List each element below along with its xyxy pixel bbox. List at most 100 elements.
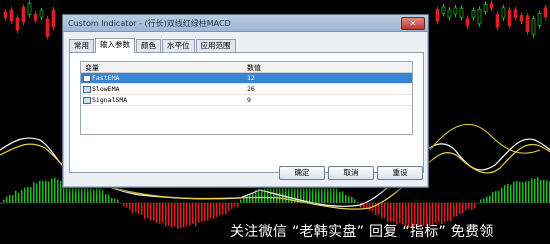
histogram-bar (462, 203, 464, 214)
histogram-bar (444, 203, 446, 222)
histogram-bar (153, 203, 155, 221)
histogram-bar (327, 185, 329, 203)
histogram-bar (27, 186, 29, 203)
histogram-bar (246, 195, 248, 203)
histogram-bar (465, 203, 467, 211)
candle-body (519, 15, 524, 22)
histogram-bar (174, 203, 176, 227)
candle-body (9, 9, 14, 22)
parameter-icon (83, 97, 91, 104)
histogram-bar (123, 203, 125, 207)
column-header-variable[interactable]: 变量 (85, 63, 99, 73)
histogram-bar (177, 203, 179, 229)
table-row[interactable]: FastEMA 12 (81, 73, 412, 84)
histogram-bar (264, 187, 266, 203)
column-header-value[interactable]: 数值 (247, 63, 261, 73)
histogram-bar (30, 187, 32, 203)
cancel-button[interactable]: 取消 (328, 166, 374, 180)
reset-button[interactable]: 重设 (377, 166, 423, 180)
tab-colors[interactable]: 颜色 (136, 39, 161, 52)
histogram-bar (159, 203, 161, 224)
candle-body (453, 7, 458, 15)
histogram-bar (105, 194, 107, 203)
table-row[interactable]: SignalSMA 9 (81, 95, 412, 106)
dialog-titlebar[interactable]: Custom Indicator - (行长)双线红绿柱MACD ✕ (63, 15, 428, 32)
histogram-bar (150, 203, 152, 221)
parameters-table: 变量 数值 FastEMA 12 SlowEMA 26 SignalSMA 9 (80, 61, 413, 135)
histogram-bar (531, 178, 533, 203)
param-value[interactable]: 26 (247, 85, 255, 93)
histogram-bar (117, 199, 119, 203)
candle-body (441, 6, 446, 14)
histogram-bar (249, 194, 251, 203)
histogram-bar (33, 182, 35, 203)
histogram-bar (132, 203, 134, 214)
histogram-bar (498, 190, 500, 203)
candle-body (501, 7, 506, 19)
histogram-bar (195, 203, 197, 227)
histogram-bar (18, 192, 20, 203)
histogram-bar (138, 203, 140, 215)
histogram-bar (216, 203, 218, 218)
histogram-bar (387, 203, 389, 222)
parameter-icon (83, 75, 91, 82)
histogram-bar (546, 180, 548, 203)
candle-body (15, 17, 20, 31)
tab-common[interactable]: 常用 (69, 39, 94, 52)
histogram-bar (114, 198, 116, 203)
param-value[interactable]: 12 (247, 74, 255, 82)
histogram-bar (9, 194, 11, 203)
histogram-bar (12, 195, 14, 203)
histogram-bar (192, 203, 194, 225)
histogram-bar (87, 186, 89, 203)
tab-visualization[interactable]: 应用范围 (195, 39, 236, 52)
histogram-bar (219, 203, 221, 216)
histogram-bar (333, 185, 335, 203)
candle-body (495, 13, 500, 28)
tab-levels[interactable]: 水平位 (162, 39, 195, 52)
histogram-bar (381, 203, 383, 219)
histogram-bar (165, 203, 167, 227)
histogram-bar (456, 203, 458, 217)
histogram-bar (237, 203, 239, 208)
candle-body (537, 13, 542, 26)
close-icon: ✕ (409, 19, 417, 28)
histogram-bar (507, 183, 509, 203)
histogram-bar (342, 191, 344, 203)
param-name: SignalSMA (92, 96, 128, 104)
histogram-bar (252, 193, 254, 203)
histogram-bar (519, 181, 521, 203)
histogram-bar (6, 196, 8, 203)
histogram-bar (489, 195, 491, 203)
histogram-bar (186, 203, 188, 226)
histogram-bar (39, 180, 41, 203)
histogram-bar (51, 178, 53, 203)
histogram-bar (99, 188, 101, 203)
histogram-bar (90, 187, 92, 203)
param-name: SlowEMA (92, 85, 120, 93)
param-value[interactable]: 9 (247, 96, 251, 104)
table-row[interactable]: SlowEMA 26 (81, 84, 412, 95)
histogram-bar (93, 188, 95, 203)
histogram-bar (57, 179, 59, 203)
watermark-text: 关注微信 “老韩实盘” 回复 “指标” 免费领 (230, 224, 494, 240)
candle-body (543, 7, 548, 18)
close-button[interactable]: ✕ (401, 17, 425, 30)
candle-body (51, 9, 56, 28)
histogram-bar (504, 185, 506, 203)
candle-body (45, 18, 50, 37)
histogram-bar (207, 203, 209, 221)
candle-body (507, 9, 512, 26)
histogram-bar (450, 203, 452, 222)
tab-bar: 常用 输入参数 颜色 水平位 应用范围 (69, 38, 237, 53)
histogram-bar (168, 203, 170, 226)
histogram-bar (453, 203, 455, 217)
ok-button[interactable]: 确定 (279, 166, 325, 180)
histogram-bar (204, 203, 206, 222)
histogram-bar (345, 194, 347, 203)
macd-extra-line (429, 123, 541, 154)
histogram-bar (15, 190, 17, 203)
tab-input-params[interactable]: 输入参数 (95, 38, 135, 53)
candle-body (465, 18, 470, 27)
histogram-bar (435, 203, 437, 223)
